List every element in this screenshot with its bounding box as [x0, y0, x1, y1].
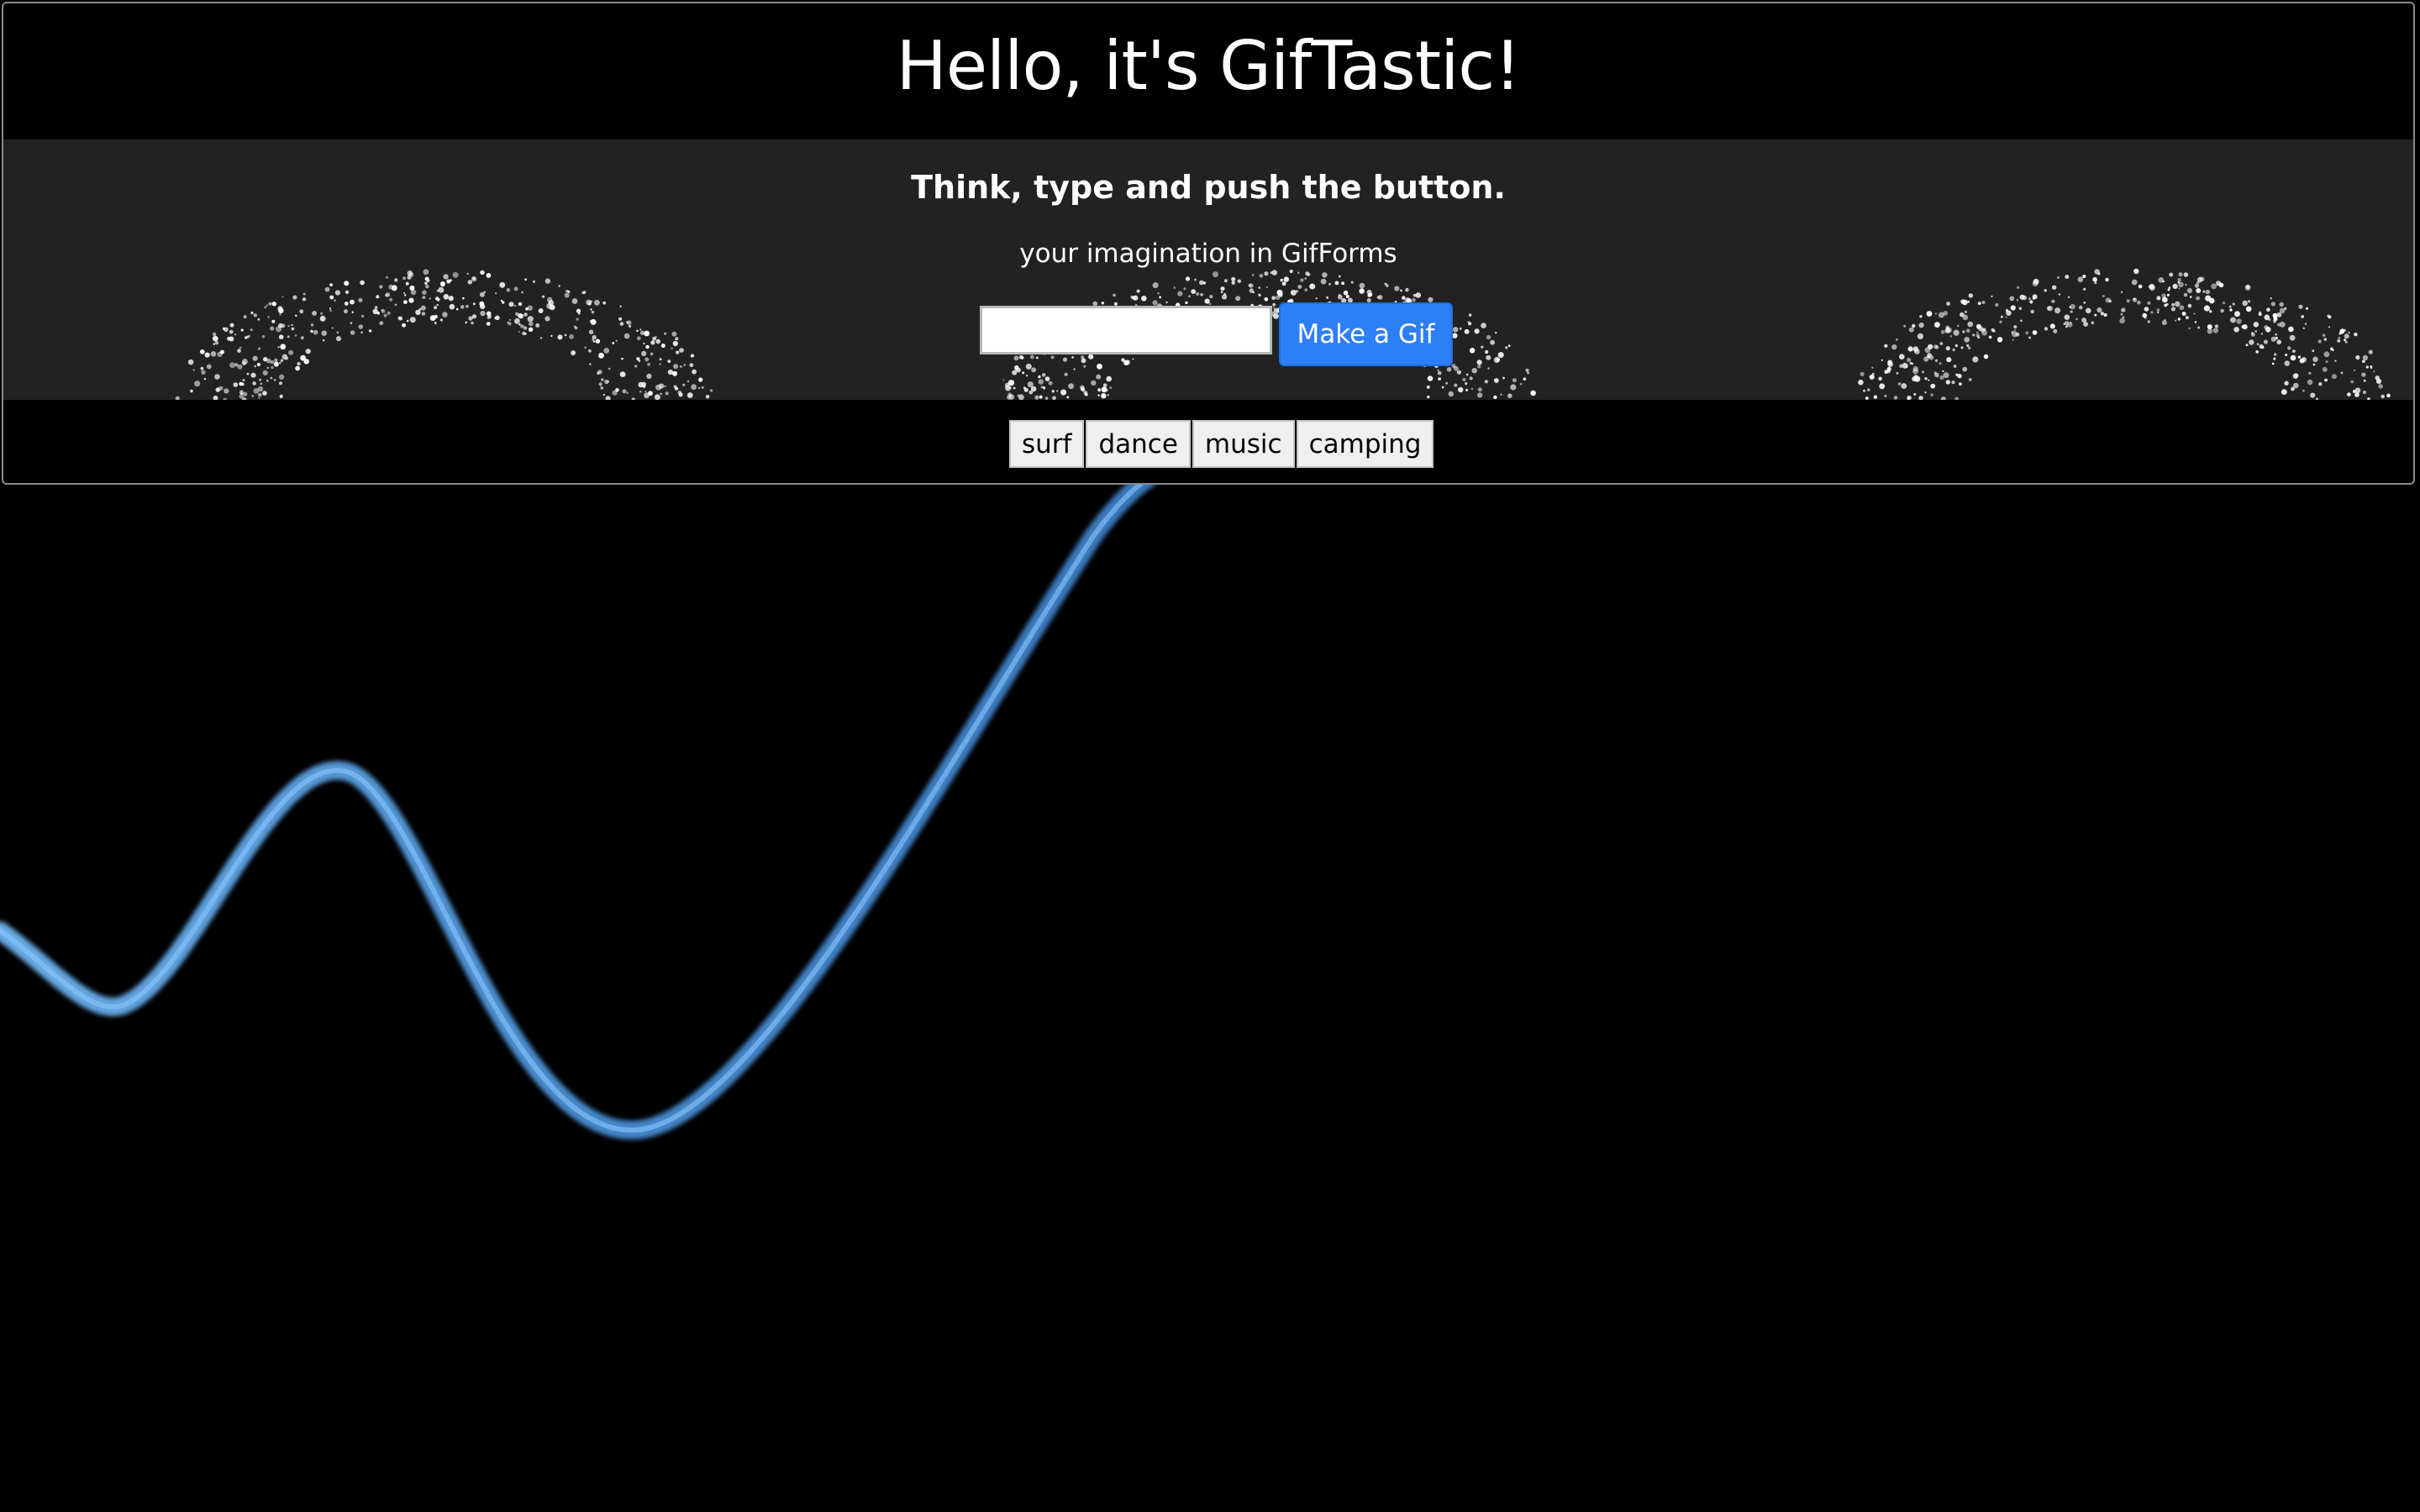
- make-gif-button[interactable]: Make a Gif: [1279, 302, 1453, 366]
- topic-button-group: surf dance music camping: [1009, 420, 1435, 468]
- subtitle: Think, type and push the button.: [911, 169, 1506, 206]
- topic-button-surf[interactable]: surf: [1009, 420, 1085, 468]
- search-input[interactable]: [980, 306, 1272, 354]
- topic-button-camping[interactable]: camping: [1296, 420, 1434, 468]
- title-bar: Hello, it's GifTastic!: [3, 3, 2413, 139]
- topic-button-dance[interactable]: dance: [1086, 420, 1191, 468]
- page-title: Hello, it's GifTastic!: [896, 27, 1522, 105]
- tagline: your imagination in GifForms: [1019, 239, 1397, 269]
- topic-button-music[interactable]: music: [1192, 420, 1295, 468]
- header-jumbotron: Hello, it's GifTastic! Think, type and p…: [2, 2, 2415, 485]
